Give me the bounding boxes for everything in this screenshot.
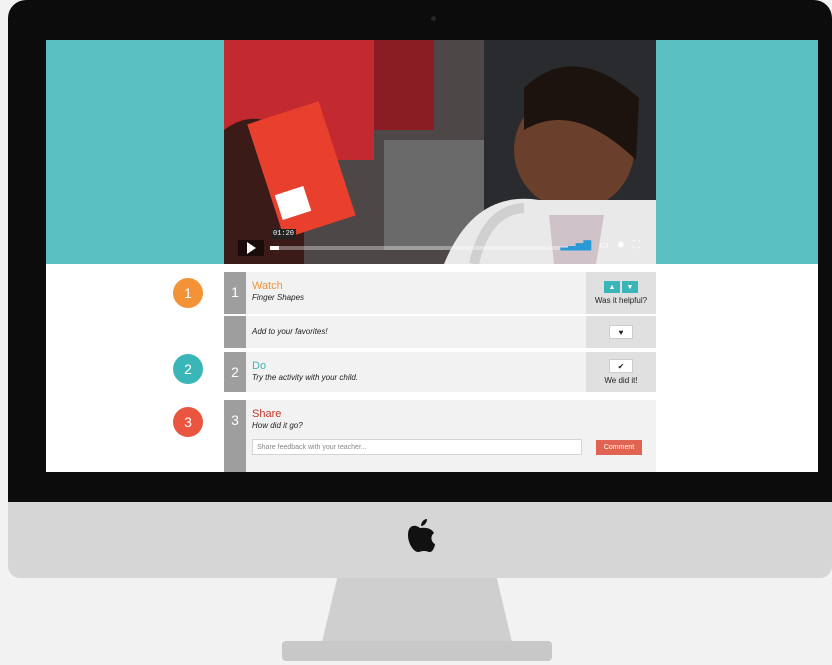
step-number: 2 (224, 352, 246, 392)
volume-icon[interactable]: ▂▃▅▇ (560, 240, 591, 251)
progress-fill (270, 246, 279, 250)
step-number: 1 (224, 272, 246, 314)
control-icons: ▂▃▅▇ ▭ ✹ ⛶ (560, 240, 640, 251)
done-button[interactable]: ✔ (609, 359, 633, 373)
step-body: Watch Finger Shapes (252, 280, 304, 303)
step-do: 2 Do Try the activity with your child. ✔… (224, 352, 656, 392)
step-watch: 1 Watch Finger Shapes ▲ ▼ Was it helpful… (224, 272, 656, 314)
play-icon (246, 242, 256, 254)
thumbs-up-icon[interactable]: ▲ (604, 281, 620, 293)
heart-icon: ♥ (618, 327, 624, 337)
timecode: 01:20 (271, 229, 297, 239)
thumbs-down-icon[interactable]: ▼ (622, 281, 638, 293)
play-button[interactable] (238, 240, 264, 256)
step-1-bubble: 1 (173, 278, 203, 308)
video-player[interactable]: 01:20 ▂▃▅▇ ▭ ✹ ⛶ (224, 40, 656, 264)
apple-logo-icon (408, 519, 435, 552)
done-box: ✔ We did it! (586, 352, 656, 392)
progress-bar[interactable] (270, 246, 570, 250)
helpful-label: Was it helpful? (594, 296, 648, 305)
comment-button[interactable]: Comment (596, 440, 642, 455)
thumbs: ▲ ▼ (604, 281, 638, 293)
helpful-box: ▲ ▼ Was it helpful? (586, 272, 656, 314)
step-subtitle: Try the activity with your child. (252, 373, 359, 382)
imac-bezel: 01:20 ▂▃▅▇ ▭ ✹ ⛶ 1 1 Watch Finger Shapes (8, 0, 832, 502)
imac-stand-base (282, 641, 552, 661)
step-body: Do Try the activity with your child. (252, 360, 358, 383)
steps: 1 1 Watch Finger Shapes ▲ ▼ Was it helpf… (46, 272, 818, 472)
fullscreen-icon[interactable]: ⛶ (633, 240, 640, 251)
camera (431, 16, 436, 21)
feedback-input[interactable]: Share feedback with your teacher... (252, 439, 582, 455)
step-title: Do (252, 360, 267, 372)
step-number: 3 (224, 400, 246, 472)
step-title: Share (252, 408, 282, 420)
imac-stand (322, 578, 512, 642)
captions-icon[interactable]: ▭ (599, 240, 608, 251)
checkmark-icon: ✔ (617, 361, 625, 371)
step-subtitle: How did it go? (252, 421, 303, 430)
step-2-bubble: 2 (173, 354, 203, 384)
step-3-bubble: 3 (173, 407, 203, 437)
video-controls: 01:20 ▂▃▅▇ ▭ ✹ ⛶ (232, 229, 648, 256)
step-title: Watch (252, 280, 283, 292)
favorites-row: Add to your favorites! ♥ (224, 316, 656, 348)
step-share: 3 Share How did it go? Share feedback wi… (224, 400, 656, 472)
step-body: Share How did it go? (252, 408, 303, 431)
step-subtitle: Finger Shapes (252, 293, 305, 302)
step-number-spacer (224, 316, 246, 348)
favorite-box: ♥ (586, 316, 656, 348)
settings-icon[interactable]: ✹ (617, 240, 625, 251)
favorite-button[interactable]: ♥ (609, 325, 633, 339)
favorites-text: Add to your favorites! (252, 327, 328, 336)
favorites-body: Add to your favorites! (252, 327, 328, 336)
screen: 01:20 ▂▃▅▇ ▭ ✹ ⛶ 1 1 Watch Finger Shapes (46, 40, 818, 472)
done-label: We did it! (604, 376, 638, 385)
